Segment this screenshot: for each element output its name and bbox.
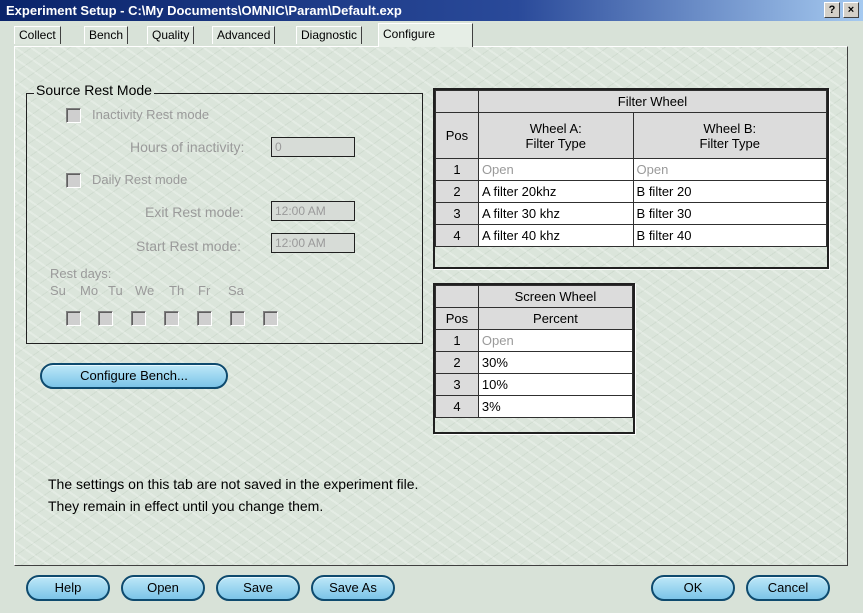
help-title-button[interactable]: ?	[824, 2, 840, 18]
table-row: 1 Open	[435, 329, 634, 352]
wheel-a-cell[interactable]: A filter 40 khz	[477, 224, 634, 247]
screen-pos-cell: 4	[435, 395, 479, 418]
table-row: 3 A filter 30 khz B filter 30	[435, 202, 828, 225]
window-title: Experiment Setup - C:\My Documents\OMNIC…	[6, 3, 402, 18]
tab-diagnostic[interactable]: Diagnostic	[296, 26, 363, 44]
day-su-label: Su	[50, 283, 66, 298]
settings-note-line1: The settings on this tab are not saved i…	[48, 476, 419, 492]
day-su-checkbox[interactable]	[66, 311, 81, 326]
day-tu-checkbox[interactable]	[131, 311, 146, 326]
filter-pos-header: Pos	[435, 112, 479, 159]
wheel-b-cell[interactable]: B filter 40	[632, 224, 828, 247]
screen-wheel-corner	[435, 285, 479, 308]
hours-inactivity-field[interactable]: 0	[271, 137, 355, 157]
inactivity-rest-label: Inactivity Rest mode	[92, 107, 210, 122]
wheel-a-header: Wheel A: Filter Type	[477, 112, 634, 159]
help-button[interactable]: Help	[26, 575, 110, 601]
start-rest-field[interactable]: 12:00 AM	[271, 233, 355, 253]
wheel-a-cell[interactable]: A filter 20khz	[477, 180, 634, 203]
screen-wheel-table: Screen Wheel Pos Percent 1 Open 2 30% 3 …	[435, 285, 634, 418]
filter-pos-cell: 4	[435, 224, 479, 247]
wheel-b-cell[interactable]: B filter 20	[632, 180, 828, 203]
day-fr-label: Fr	[198, 283, 211, 298]
tab-collect[interactable]: Collect	[14, 26, 61, 44]
day-sa-label: Sa	[228, 283, 244, 298]
screen-pos-cell: 1	[435, 329, 479, 352]
wheel-b-cell[interactable]: B filter 30	[632, 202, 828, 225]
wheel-a-cell[interactable]: A filter 30 khz	[477, 202, 634, 225]
percent-header: Percent	[477, 307, 634, 330]
wheel-b-cell[interactable]: Open	[632, 158, 828, 181]
tab-quality[interactable]: Quality	[147, 26, 195, 44]
open-button[interactable]: Open	[121, 575, 205, 601]
configure-bench-button[interactable]: Configure Bench...	[40, 363, 228, 389]
daily-rest-checkbox[interactable]	[66, 173, 81, 188]
inactivity-rest-checkbox[interactable]	[66, 108, 81, 123]
day-mo-label: Mo	[80, 283, 99, 298]
table-row: 2 A filter 20khz B filter 20	[435, 180, 828, 203]
tab-advanced[interactable]: Advanced	[212, 26, 276, 44]
wheel-b-header-line2: Filter Type	[699, 135, 760, 151]
filter-pos-cell: 3	[435, 202, 479, 225]
day-th-label: Th	[169, 283, 185, 298]
wheel-a-header-line1: Wheel A:	[529, 120, 582, 136]
filter-wheel-corner	[435, 90, 479, 113]
filter-wheel-table: Filter Wheel Pos Wheel A: Filter Type Wh…	[435, 90, 828, 247]
rest-days-label: Rest days:	[50, 266, 112, 281]
source-rest-title: Source Rest Mode	[34, 82, 154, 98]
percent-cell[interactable]: 3%	[477, 395, 634, 418]
day-sa-checkbox[interactable]	[263, 311, 278, 326]
wheel-b-header-line1: Wheel B:	[703, 120, 757, 136]
settings-note-line2: They remain in effect until you change t…	[48, 498, 324, 514]
exit-rest-label: Exit Rest mode:	[145, 204, 244, 220]
table-row: 3 10%	[435, 373, 634, 396]
filter-pos-cell: 2	[435, 180, 479, 203]
percent-cell[interactable]: Open	[477, 329, 634, 352]
filter-pos-cell: 1	[435, 158, 479, 181]
percent-cell[interactable]: 30%	[477, 351, 634, 374]
day-we-checkbox[interactable]	[164, 311, 179, 326]
table-row: 4 A filter 40 khz B filter 40	[435, 224, 828, 247]
wheel-a-cell[interactable]: Open	[477, 158, 634, 181]
screen-pos-cell: 3	[435, 373, 479, 396]
start-rest-label: Start Rest mode:	[136, 238, 242, 254]
tab-configure[interactable]: Configure	[378, 23, 473, 47]
exit-rest-field[interactable]: 12:00 AM	[271, 201, 355, 221]
table-row: 4 3%	[435, 395, 634, 418]
table-row: 2 30%	[435, 351, 634, 374]
daily-rest-label: Daily Rest mode	[92, 172, 188, 187]
day-mo-checkbox[interactable]	[98, 311, 113, 326]
table-row: 1 Open Open	[435, 158, 828, 181]
screen-pos-header: Pos	[435, 307, 479, 330]
window-titlebar: Experiment Setup - C:\My Documents\OMNIC…	[0, 0, 863, 21]
day-we-label: We	[135, 283, 155, 298]
screen-wheel-title: Screen Wheel	[477, 285, 634, 308]
close-title-button[interactable]: ×	[843, 2, 859, 18]
day-th-checkbox[interactable]	[197, 311, 212, 326]
ok-button[interactable]: OK	[651, 575, 735, 601]
save-as-button[interactable]: Save As	[311, 575, 395, 601]
screen-pos-cell: 2	[435, 351, 479, 374]
save-button[interactable]: Save	[216, 575, 300, 601]
percent-cell[interactable]: 10%	[477, 373, 634, 396]
tab-bench[interactable]: Bench	[84, 26, 129, 44]
day-fr-checkbox[interactable]	[230, 311, 245, 326]
wheel-b-header: Wheel B: Filter Type	[632, 112, 828, 159]
filter-wheel-title: Filter Wheel	[477, 90, 828, 113]
cancel-button[interactable]: Cancel	[746, 575, 830, 601]
wheel-a-header-line2: Filter Type	[525, 135, 586, 151]
day-tu-label: Tu	[108, 283, 123, 298]
hours-inactivity-label: Hours of inactivity:	[130, 139, 245, 155]
